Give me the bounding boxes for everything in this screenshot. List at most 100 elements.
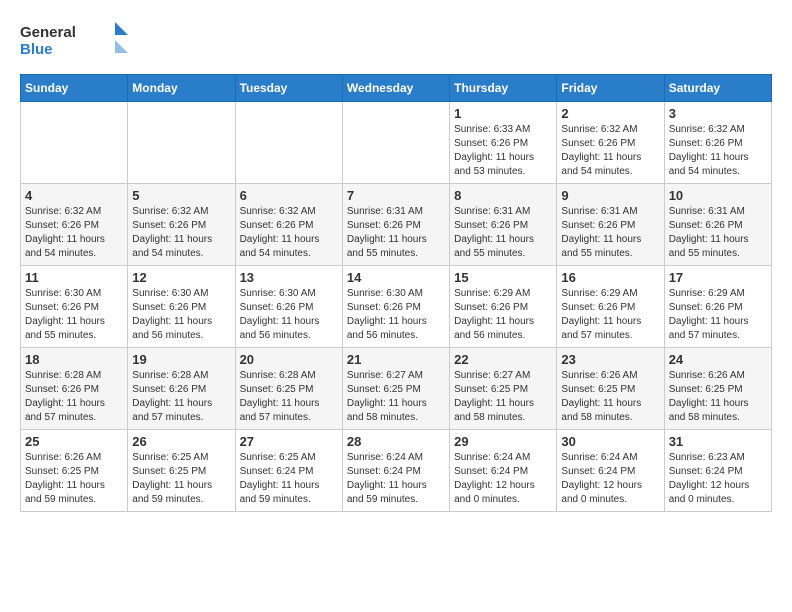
- day-number: 21: [347, 352, 445, 367]
- day-info: Sunrise: 6:32 AM Sunset: 6:26 PM Dayligh…: [561, 123, 659, 179]
- calendar-day-cell: 16Sunrise: 6:29 AM Sunset: 6:26 PM Dayli…: [557, 266, 664, 348]
- day-info: Sunrise: 6:32 AM Sunset: 6:26 PM Dayligh…: [132, 205, 230, 261]
- day-info: Sunrise: 6:26 AM Sunset: 6:25 PM Dayligh…: [561, 369, 659, 425]
- day-number: 10: [669, 188, 767, 203]
- calendar-day-cell: 27Sunrise: 6:25 AM Sunset: 6:24 PM Dayli…: [235, 430, 342, 512]
- calendar-day-cell: [342, 102, 449, 184]
- day-info: Sunrise: 6:25 AM Sunset: 6:25 PM Dayligh…: [132, 451, 230, 507]
- calendar-day-cell: 4 Sunrise: 6:32 AM Sunset: 6:26 PM Daylig…: [21, 184, 128, 266]
- day-info: Sunrise: 6:27 AM Sunset: 6:25 PM Dayligh…: [347, 369, 445, 425]
- day-number: 20: [240, 352, 338, 367]
- logo-svg: General Blue: [20, 20, 130, 58]
- svg-text:Blue: Blue: [20, 41, 53, 58]
- day-info: Sunrise: 6:27 AM Sunset: 6:25 PM Dayligh…: [454, 369, 552, 425]
- day-number: 17: [669, 270, 767, 285]
- calendar-day-cell: 26 Sunrise: 6:25 AM Sunset: 6:25 PM Dayli…: [128, 430, 235, 512]
- calendar-day-cell: 23 Sunrise: 6:26 AM Sunset: 6:25 PM Dayli…: [557, 348, 664, 430]
- calendar-day-cell: 25 Sunrise: 6:26 AM Sunset: 6:25 PM Dayli…: [21, 430, 128, 512]
- day-number: 28: [347, 434, 445, 449]
- logo: General Blue: [20, 20, 130, 58]
- day-info: Sunrise: 6:33 AM Sunset: 6:26 PM Dayligh…: [454, 123, 552, 179]
- calendar-day-cell: [128, 102, 235, 184]
- day-number: 7: [347, 188, 445, 203]
- day-info: Sunrise: 6:26 AM Sunset: 6:25 PM Dayligh…: [669, 369, 767, 425]
- day-number: 23: [561, 352, 659, 367]
- day-info: Sunrise: 6:23 AM Sunset: 6:24 PM Dayligh…: [669, 451, 767, 507]
- calendar-table: SundayMondayTuesdayWednesdayThursdayFrid…: [20, 74, 772, 512]
- day-info: Sunrise: 6:30 AM Sunset: 6:26 PM Dayligh…: [132, 287, 230, 343]
- weekday-header-row: SundayMondayTuesdayWednesdayThursdayFrid…: [21, 75, 772, 102]
- calendar-day-cell: 11 Sunrise: 6:30 AM Sunset: 6:26 PM Dayli…: [21, 266, 128, 348]
- calendar-day-cell: 10 Sunrise: 6:31 AM Sunset: 6:26 PM Dayli…: [664, 184, 771, 266]
- calendar-day-cell: 19 Sunrise: 6:28 AM Sunset: 6:26 PM Dayli…: [128, 348, 235, 430]
- calendar-day-cell: 17 Sunrise: 6:29 AM Sunset: 6:26 PM Dayli…: [664, 266, 771, 348]
- day-info: Sunrise: 6:24 AM Sunset: 6:24 PM Dayligh…: [454, 451, 552, 507]
- calendar-day-cell: 18Sunrise: 6:28 AM Sunset: 6:26 PM Dayli…: [21, 348, 128, 430]
- calendar-day-cell: 8 Sunrise: 6:31 AM Sunset: 6:26 PM Daylig…: [450, 184, 557, 266]
- day-number: 14: [347, 270, 445, 285]
- calendar-day-cell: 14 Sunrise: 6:30 AM Sunset: 6:26 PM Dayli…: [342, 266, 449, 348]
- day-info: Sunrise: 6:24 AM Sunset: 6:24 PM Dayligh…: [561, 451, 659, 507]
- day-number: 27: [240, 434, 338, 449]
- calendar-day-cell: 3Sunrise: 6:32 AM Sunset: 6:26 PM Daylig…: [664, 102, 771, 184]
- calendar-day-cell: [235, 102, 342, 184]
- day-number: 15: [454, 270, 552, 285]
- calendar-day-cell: 30 Sunrise: 6:24 AM Sunset: 6:24 PM Dayli…: [557, 430, 664, 512]
- day-info: Sunrise: 6:31 AM Sunset: 6:26 PM Dayligh…: [454, 205, 552, 261]
- weekday-header-cell: Thursday: [450, 75, 557, 102]
- calendar-day-cell: [21, 102, 128, 184]
- day-number: 25: [25, 434, 123, 449]
- day-info: Sunrise: 6:31 AM Sunset: 6:26 PM Dayligh…: [669, 205, 767, 261]
- day-info: Sunrise: 6:32 AM Sunset: 6:26 PM Dayligh…: [240, 205, 338, 261]
- day-info: Sunrise: 6:28 AM Sunset: 6:26 PM Dayligh…: [132, 369, 230, 425]
- day-info: Sunrise: 6:26 AM Sunset: 6:25 PM Dayligh…: [25, 451, 123, 507]
- day-number: 29: [454, 434, 552, 449]
- weekday-header-cell: Saturday: [664, 75, 771, 102]
- day-number: 6: [240, 188, 338, 203]
- calendar-day-cell: 28 Sunrise: 6:24 AM Sunset: 6:24 PM Dayli…: [342, 430, 449, 512]
- day-info: Sunrise: 6:30 AM Sunset: 6:26 PM Dayligh…: [25, 287, 123, 343]
- calendar-week-row: 11 Sunrise: 6:30 AM Sunset: 6:26 PM Dayli…: [21, 266, 772, 348]
- day-number: 19: [132, 352, 230, 367]
- calendar-day-cell: 13Sunrise: 6:30 AM Sunset: 6:26 PM Dayli…: [235, 266, 342, 348]
- calendar-day-cell: 7 Sunrise: 6:31 AM Sunset: 6:26 PM Daylig…: [342, 184, 449, 266]
- day-number: 26: [132, 434, 230, 449]
- calendar-day-cell: 24 Sunrise: 6:26 AM Sunset: 6:25 PM Dayli…: [664, 348, 771, 430]
- day-number: 8: [454, 188, 552, 203]
- day-info: Sunrise: 6:28 AM Sunset: 6:26 PM Dayligh…: [25, 369, 123, 425]
- weekday-header-cell: Monday: [128, 75, 235, 102]
- day-number: 11: [25, 270, 123, 285]
- calendar-day-cell: 31Sunrise: 6:23 AM Sunset: 6:24 PM Dayli…: [664, 430, 771, 512]
- day-number: 24: [669, 352, 767, 367]
- calendar-day-cell: 12Sunrise: 6:30 AM Sunset: 6:26 PM Dayli…: [128, 266, 235, 348]
- day-info: Sunrise: 6:29 AM Sunset: 6:26 PM Dayligh…: [561, 287, 659, 343]
- day-info: Sunrise: 6:32 AM Sunset: 6:26 PM Dayligh…: [25, 205, 123, 261]
- day-number: 1: [454, 106, 552, 121]
- calendar-day-cell: 21 Sunrise: 6:27 AM Sunset: 6:25 PM Dayli…: [342, 348, 449, 430]
- day-number: 9: [561, 188, 659, 203]
- day-info: Sunrise: 6:28 AM Sunset: 6:25 PM Dayligh…: [240, 369, 338, 425]
- calendar-day-cell: 6 Sunrise: 6:32 AM Sunset: 6:26 PM Daylig…: [235, 184, 342, 266]
- day-number: 22: [454, 352, 552, 367]
- day-info: Sunrise: 6:24 AM Sunset: 6:24 PM Dayligh…: [347, 451, 445, 507]
- day-number: 4: [25, 188, 123, 203]
- calendar-day-cell: 2 Sunrise: 6:32 AM Sunset: 6:26 PM Daylig…: [557, 102, 664, 184]
- day-info: Sunrise: 6:29 AM Sunset: 6:26 PM Dayligh…: [454, 287, 552, 343]
- calendar-day-cell: 1 Sunrise: 6:33 AM Sunset: 6:26 PM Daylig…: [450, 102, 557, 184]
- calendar-week-row: 25 Sunrise: 6:26 AM Sunset: 6:25 PM Dayli…: [21, 430, 772, 512]
- weekday-header-cell: Wednesday: [342, 75, 449, 102]
- weekday-header-cell: Sunday: [21, 75, 128, 102]
- calendar-week-row: 1 Sunrise: 6:33 AM Sunset: 6:26 PM Daylig…: [21, 102, 772, 184]
- day-info: Sunrise: 6:30 AM Sunset: 6:26 PM Dayligh…: [347, 287, 445, 343]
- day-number: 3: [669, 106, 767, 121]
- weekday-header-cell: Tuesday: [235, 75, 342, 102]
- weekday-header-cell: Friday: [557, 75, 664, 102]
- calendar-week-row: 18Sunrise: 6:28 AM Sunset: 6:26 PM Dayli…: [21, 348, 772, 430]
- day-info: Sunrise: 6:29 AM Sunset: 6:26 PM Dayligh…: [669, 287, 767, 343]
- day-info: Sunrise: 6:31 AM Sunset: 6:26 PM Dayligh…: [347, 205, 445, 261]
- day-number: 30: [561, 434, 659, 449]
- day-number: 5: [132, 188, 230, 203]
- calendar-day-cell: 22 Sunrise: 6:27 AM Sunset: 6:25 PM Dayli…: [450, 348, 557, 430]
- day-info: Sunrise: 6:30 AM Sunset: 6:26 PM Dayligh…: [240, 287, 338, 343]
- day-number: 2: [561, 106, 659, 121]
